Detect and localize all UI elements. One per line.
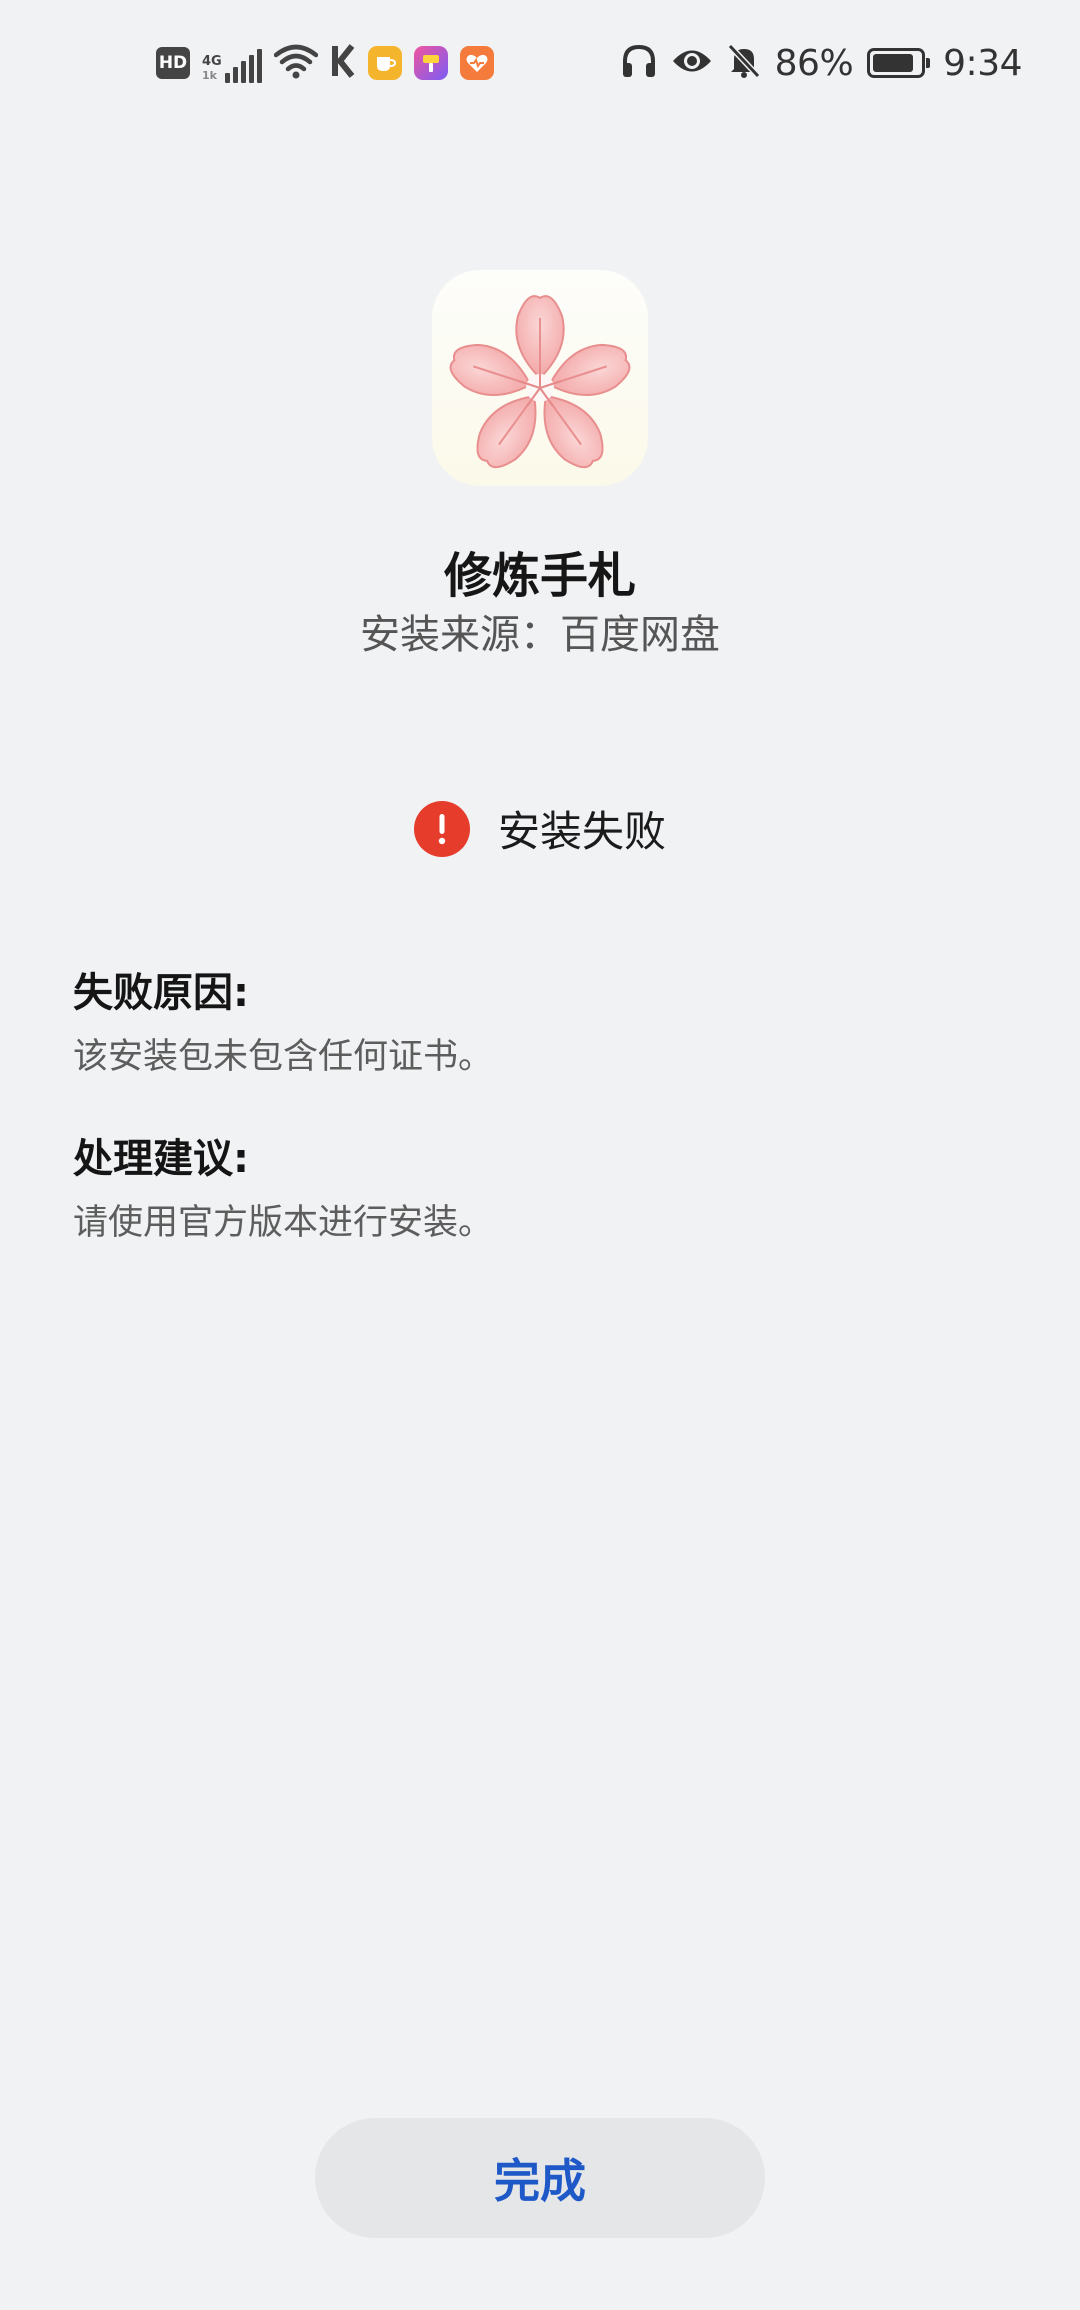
heart-app-icon <box>459 46 494 80</box>
battery-percent-text: 86% <box>774 42 854 84</box>
status-bar-left: HD 4G 1k <box>156 38 494 88</box>
headphones-icon <box>621 43 657 83</box>
wifi-icon <box>273 43 318 83</box>
clock-time: 9:34 <box>943 42 1022 84</box>
bell-off-icon <box>727 43 761 83</box>
status-bar: HD 4G 1k 86% 9:34 <box>0 0 1080 128</box>
signal-icon: 4G 1k <box>202 43 262 83</box>
status-bar-right: 86% 9:34 <box>621 38 1022 88</box>
eye-icon <box>671 46 713 80</box>
error-icon <box>413 800 470 857</box>
failure-reason-body: 该安装包未包含任何证书。 <box>73 1037 494 1077</box>
hd-icon: HD <box>156 47 190 79</box>
status-text: 安装失败 <box>497 807 666 856</box>
battery-level <box>873 54 913 72</box>
suggestion-body: 请使用官方版本进行安装。 <box>73 1203 494 1243</box>
battery-icon <box>867 48 931 78</box>
cherry-blossom-icon <box>432 270 648 486</box>
install-status: 安装失败 <box>0 798 1080 859</box>
app-name: 修炼手札 <box>443 548 636 604</box>
install-source: 安装来源：百度网盘 <box>360 612 720 658</box>
network-type-label: 4G <box>202 54 222 69</box>
network-speed-label: 1k <box>202 69 217 82</box>
k-app-icon <box>330 44 356 82</box>
done-button[interactable]: 完成 <box>315 2118 765 2238</box>
suggestion-title: 处理建议: <box>73 1136 249 1182</box>
paint-app-icon <box>413 46 448 80</box>
failure-reason-title: 失败原因: <box>73 970 249 1016</box>
cup-app-icon <box>367 46 402 80</box>
